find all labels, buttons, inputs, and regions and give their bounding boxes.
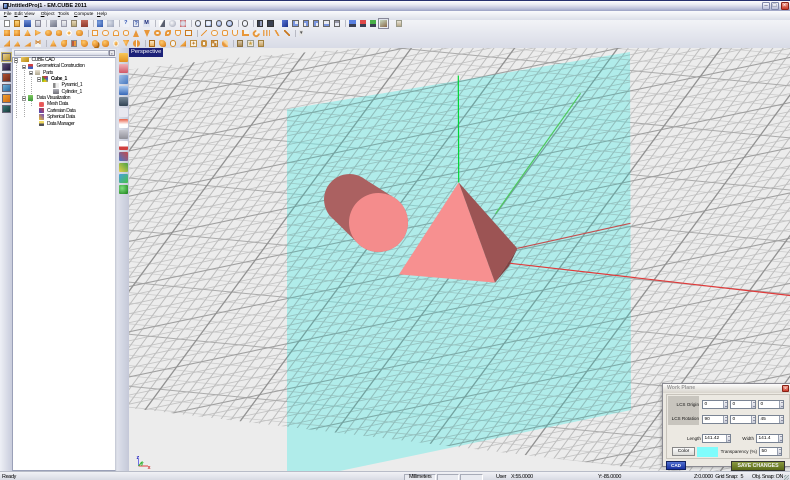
svg-text:z: z [137, 455, 140, 461]
